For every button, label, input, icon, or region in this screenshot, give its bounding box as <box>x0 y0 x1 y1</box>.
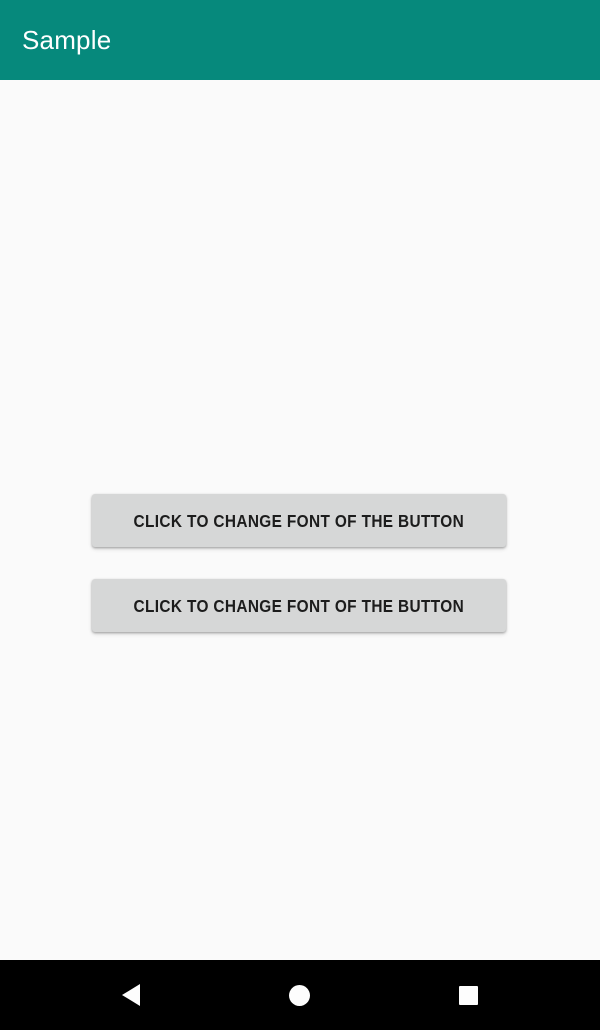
change-font-button-top-label: Click to change font of the button <box>133 510 465 531</box>
phone-screen: Sample Click to change font of the butto… <box>0 0 600 1030</box>
page-title: Sample <box>22 25 112 55</box>
change-font-button-bottom[interactable]: Click to change font of the button <box>92 579 506 632</box>
triangle-left-icon <box>122 984 140 1006</box>
nav-back-button[interactable] <box>86 960 176 1030</box>
circle-icon <box>288 984 310 1006</box>
nav-recents-button[interactable] <box>423 960 513 1030</box>
change-font-button-bottom-label: Click to change font of the button <box>133 595 465 616</box>
change-font-button-top[interactable]: Click to change font of the button <box>92 494 506 547</box>
nav-home-button[interactable] <box>254 960 344 1030</box>
content-area: Click to change font of the button Click… <box>0 80 600 960</box>
system-navigation-bar <box>0 960 600 1030</box>
app-bar: Sample <box>0 0 600 80</box>
square-icon <box>458 985 478 1005</box>
